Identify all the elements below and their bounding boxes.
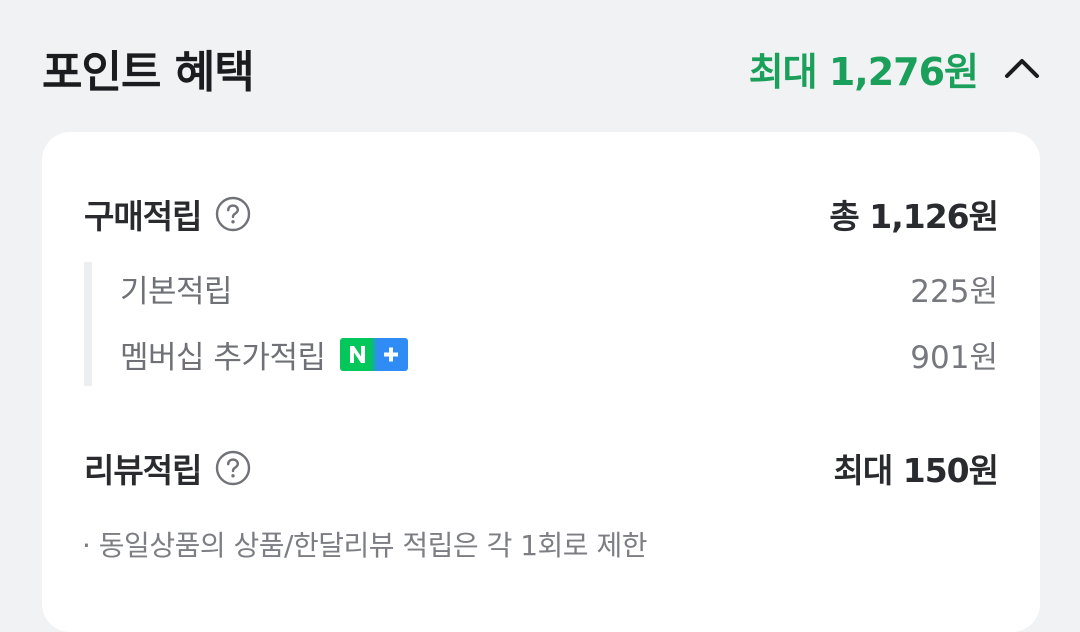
purchase-points-title: 구매적립 bbox=[84, 197, 202, 236]
membership-points-label-group: 멤버십 추가적립 bbox=[120, 332, 408, 377]
list-item: 기본적립 225원 bbox=[120, 266, 998, 311]
points-benefit-header: 포인트 혜택 최대 1,276원 bbox=[42, 36, 1042, 100]
purchase-points-label-group: 구매적립 bbox=[84, 190, 251, 238]
membership-points-label: 멤버십 추가적립 bbox=[120, 340, 326, 376]
naver-plus-membership-icon bbox=[339, 338, 408, 371]
review-points-value: 최대 150원 bbox=[833, 451, 999, 490]
points-card: 구매적립 총 1,126원 기본적립 225원 멤버십 추가적립 901원 리뷰… bbox=[42, 132, 1040, 632]
basic-points-value: 225원 bbox=[910, 274, 998, 310]
max-points-amount: 최대 1,276원 bbox=[748, 49, 979, 94]
review-points-row: 리뷰적립 최대 150원 bbox=[84, 444, 999, 492]
chevron-up-icon[interactable] bbox=[1002, 48, 1042, 88]
chevron-up-icon-svg bbox=[1005, 59, 1039, 78]
list-item: 멤버십 추가적립 901원 bbox=[120, 332, 998, 377]
purchase-points-total: 총 1,126원 bbox=[829, 197, 999, 236]
purchase-points-row: 구매적립 총 1,126원 bbox=[84, 190, 999, 238]
page-title: 포인트 혜택 bbox=[42, 47, 255, 98]
collapse-toggle[interactable]: 최대 1,276원 bbox=[749, 41, 1042, 96]
basic-points-label: 기본적립 bbox=[120, 274, 233, 310]
question-circle-icon[interactable] bbox=[215, 450, 251, 486]
purchase-points-breakdown: 기본적립 225원 멤버십 추가적립 901원 bbox=[84, 262, 998, 386]
review-points-note: · 동일상품의 상품/한달리뷰 적립은 각 1회로 제한 bbox=[82, 529, 648, 562]
membership-points-value: 901원 bbox=[910, 340, 998, 376]
review-points-title: 리뷰적립 bbox=[84, 451, 202, 490]
breakdown-indent-bar bbox=[84, 262, 92, 386]
question-circle-icon[interactable] bbox=[215, 196, 251, 232]
review-points-label-group: 리뷰적립 bbox=[84, 444, 251, 492]
